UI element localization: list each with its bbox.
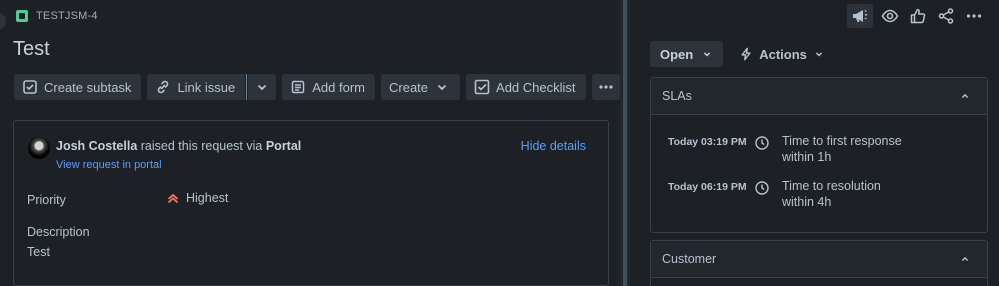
form-icon (292, 80, 305, 94)
description-value[interactable]: Test (27, 245, 50, 259)
description-label: Description (27, 225, 90, 239)
priority-field[interactable]: Highest (166, 191, 228, 205)
service-request-icon (16, 10, 28, 22)
like-icon (910, 8, 926, 24)
sla-goal: Time to resolution (782, 179, 881, 193)
link-icon (158, 80, 169, 94)
hide-details-link[interactable]: Hide details (521, 139, 586, 153)
clock-icon (755, 181, 769, 195)
issue-toolbar: Create subtask Link issue Add form Creat… (14, 74, 620, 100)
priority-label: Priority (27, 193, 66, 207)
sla-time: Today 03:19 PM (668, 136, 747, 148)
add-checklist-button[interactable]: Add Checklist (466, 74, 586, 100)
chevron-down-icon (258, 84, 267, 91)
sla-item: Today 06:19 PM Time to resolution within… (668, 178, 881, 210)
sla-within: within 1h (782, 150, 832, 164)
chevron-up-icon (961, 93, 969, 99)
reporter-name[interactable]: Josh Costella (56, 139, 137, 153)
customer-panel-header[interactable]: Customer (651, 241, 987, 278)
issue-sidebar: Open Actions SLAs Today 03:19 PM Time to… (630, 0, 999, 286)
more-button[interactable] (963, 5, 985, 27)
request-channel: Portal (265, 139, 302, 153)
issue-main-panel: TESTJSM-4 Test Create subtask Link issue (0, 0, 620, 286)
view-request-in-portal-link[interactable]: View request in portal (56, 159, 162, 171)
more-icon (966, 14, 982, 18)
issue-breadcrumb[interactable]: TESTJSM-4 (16, 10, 98, 22)
feedback-button[interactable] (847, 4, 873, 28)
chevron-down-icon (437, 84, 447, 91)
chevron-up-icon (961, 256, 969, 262)
sla-item: Today 03:19 PM Time to first response wi… (668, 133, 902, 165)
share-icon (938, 8, 954, 24)
watch-button[interactable] (879, 5, 901, 27)
add-checklist-label: Add Checklist (496, 79, 576, 95)
sidebar-collapse-handle[interactable] (0, 12, 6, 30)
priority-value: Highest (186, 191, 229, 205)
create-subtask-button[interactable]: Create subtask (14, 74, 142, 100)
raised-by-line: Josh Costella raised this request via Po… (56, 139, 301, 153)
add-form-label: Add form (312, 79, 365, 95)
link-issue-dropdown-button[interactable] (248, 74, 277, 100)
issue-key[interactable]: TESTJSM-4 (36, 10, 98, 22)
status-dropdown[interactable]: Open (650, 41, 724, 67)
panel-resize-divider[interactable] (620, 0, 630, 286)
sla-description: Time to first response within 1h (778, 133, 902, 165)
chevron-down-icon (815, 52, 823, 57)
chevron-down-icon (704, 52, 711, 57)
watch-icon (881, 9, 899, 23)
subtask-icon (23, 80, 37, 94)
actions-label: Actions (759, 46, 807, 62)
checklist-icon (474, 79, 490, 95)
more-actions-button[interactable] (591, 74, 620, 100)
customer-title: Customer (662, 252, 717, 266)
add-form-button[interactable]: Add form (282, 74, 375, 100)
slas-panel-header[interactable]: SLAs (651, 78, 987, 115)
issue-title[interactable]: Test (13, 38, 50, 61)
link-issue-split-button: Link issue (147, 74, 277, 100)
issue-top-actions (847, 4, 985, 28)
status-value: Open (660, 46, 694, 62)
lightning-icon (741, 47, 751, 61)
avatar[interactable] (28, 137, 50, 159)
more-icon (598, 85, 613, 89)
sla-goal: Time to first response (782, 134, 902, 148)
resize-handle[interactable] (623, 0, 627, 286)
request-details-card: Josh Costella raised this request via Po… (13, 120, 609, 286)
link-issue-button[interactable]: Link issue (147, 74, 246, 100)
create-button[interactable]: Create (381, 74, 461, 100)
link-issue-label: Link issue (177, 79, 236, 95)
sla-within: within 4h (782, 195, 832, 209)
slas-title: SLAs (662, 89, 692, 103)
status-row: Open Actions (650, 41, 833, 67)
clock-icon (755, 136, 769, 150)
priority-highest-icon (168, 194, 178, 203)
sla-description: Time to resolution within 4h (778, 178, 881, 210)
sla-time: Today 06:19 PM (668, 181, 747, 193)
feedback-icon (853, 10, 867, 22)
slas-panel: SLAs Today 03:19 PM Time to first respon… (650, 77, 988, 233)
create-subtask-label: Create subtask (44, 79, 132, 95)
split-divider (246, 74, 248, 100)
customer-panel: Customer (650, 240, 988, 286)
raised-text: raised this request via (140, 139, 263, 153)
create-label: Create (389, 79, 429, 95)
actions-dropdown[interactable]: Actions (731, 41, 833, 67)
like-button[interactable] (907, 5, 929, 27)
share-button[interactable] (935, 5, 957, 27)
